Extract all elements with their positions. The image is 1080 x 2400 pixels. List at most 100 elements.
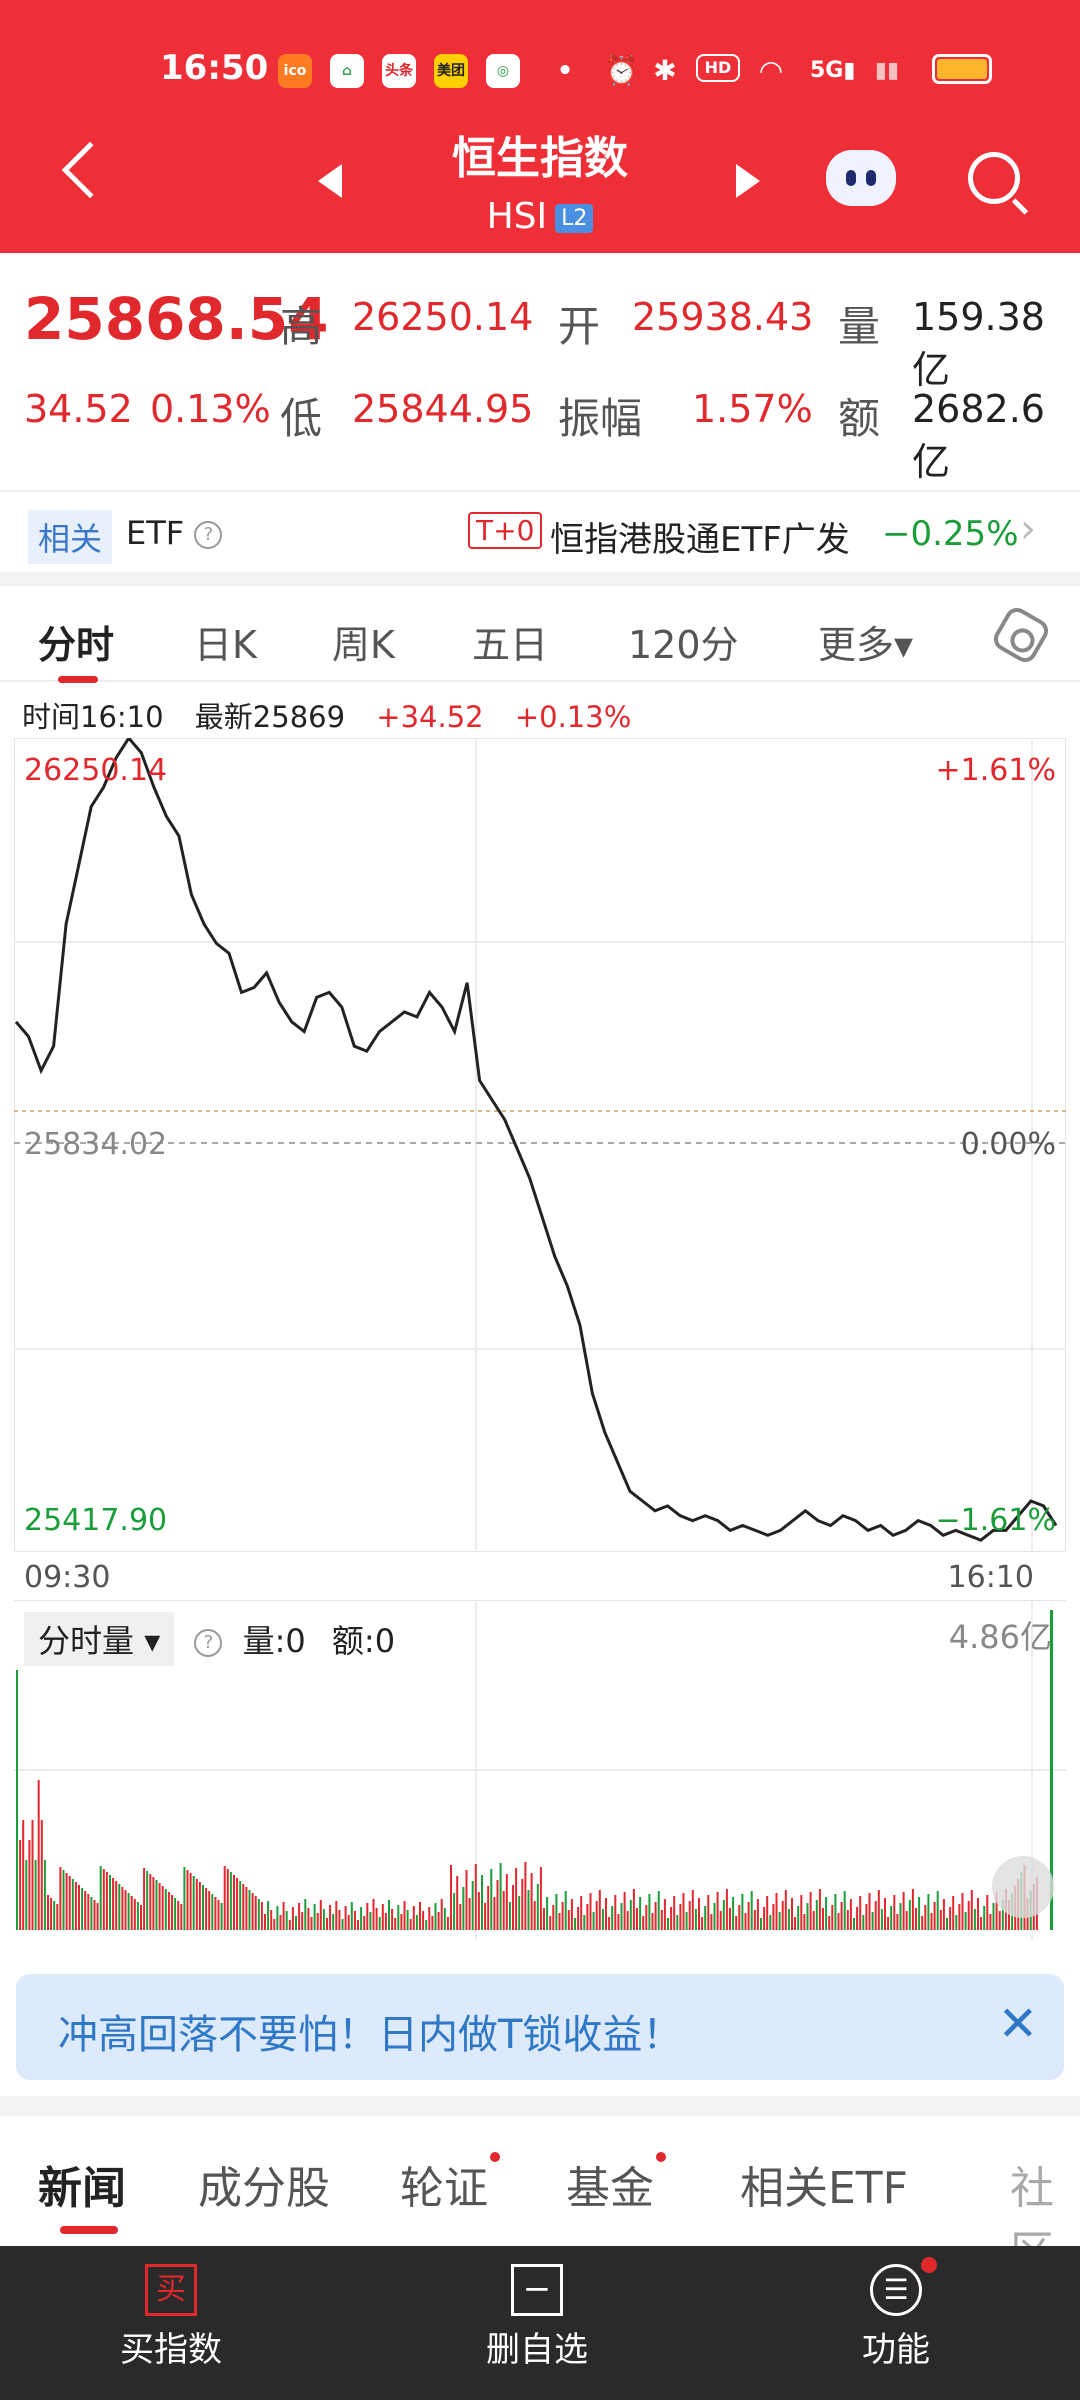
volume-bar — [425, 1920, 428, 1930]
volume-bar — [756, 1899, 759, 1930]
volume-bar — [50, 1898, 53, 1930]
settings-icon[interactable] — [989, 603, 1053, 667]
volume-bar — [766, 1896, 769, 1930]
volume-bar — [636, 1908, 638, 1930]
expand-chart-icon[interactable] — [992, 1856, 1054, 1918]
buy-icon: 买 — [145, 2264, 197, 2316]
volume-bar — [552, 1905, 555, 1930]
related-etf-bar[interactable]: 相关 ETF ? T+0 恒指港股通ETF广发 −0.25% › — [0, 490, 1080, 570]
volume-bar — [270, 1910, 273, 1930]
volume-bar — [84, 1891, 87, 1930]
volume-bar — [248, 1890, 251, 1930]
volume-bar — [28, 1840, 31, 1930]
volume-bar — [428, 1907, 431, 1930]
volume-bar — [815, 1900, 818, 1930]
volume-bar — [446, 1917, 449, 1930]
volume-bar — [890, 1906, 893, 1930]
info-latest: 最新25869 — [194, 700, 346, 734]
volume-bar — [136, 1902, 139, 1930]
assistant-robot-icon[interactable] — [826, 150, 896, 206]
close-icon[interactable]: ✕ — [998, 1996, 1038, 2052]
volume-bar — [167, 1892, 170, 1930]
volume-help-icon[interactable]: ? — [194, 1629, 223, 1657]
quote-panel: 25868.54 高 26250.14 开 25938.43 量 159.38亿… — [0, 253, 1080, 484]
volume-bar — [31, 1820, 34, 1930]
remove-watchlist-button[interactable]: − 删自选 — [486, 2264, 588, 2371]
next-stock-icon[interactable] — [736, 164, 760, 198]
volume-bar — [958, 1904, 961, 1930]
volume-bar — [474, 1864, 477, 1930]
amount-label: 额 — [838, 394, 881, 443]
volume-amount: 额:0 — [331, 1622, 396, 1660]
menu-icon-glyph: ☰ — [883, 2273, 909, 2306]
buy-index-button[interactable]: 买 买指数 — [120, 2264, 222, 2371]
volume-bar — [502, 1891, 505, 1930]
menu-icon: ☰ — [870, 2257, 937, 2316]
volume-bar — [487, 1886, 490, 1930]
volume-bar — [676, 1915, 679, 1930]
volume-bar — [105, 1872, 108, 1930]
volume-bar — [285, 1911, 288, 1930]
tab-daily-k[interactable]: 日K — [194, 614, 257, 669]
volume-type-dropdown[interactable]: 分时量 ▾ — [24, 1612, 175, 1666]
tab-funds[interactable]: 基金 — [566, 2152, 666, 2216]
functions-button[interactable]: ☰ 功能 — [862, 2257, 937, 2371]
volume-bar — [822, 1908, 824, 1930]
tab-weekly-k[interactable]: 周K — [332, 614, 395, 669]
volume-bar — [121, 1887, 124, 1930]
tab-warrants[interactable]: 轮证 — [400, 2152, 500, 2216]
volume-bar — [698, 1898, 700, 1930]
volume-bar — [133, 1899, 136, 1930]
volume-bar — [415, 1915, 418, 1930]
remove-watchlist-label: 删自选 — [486, 2330, 588, 2370]
volume-bar — [856, 1907, 859, 1930]
help-icon[interactable]: ? — [194, 521, 223, 549]
volume-bar — [561, 1902, 564, 1930]
info-tabs: 新闻 成分股 轮证 基金 相关ETF 社区 — [0, 2120, 1080, 2278]
volume-bar — [905, 1911, 908, 1930]
volume-bar — [567, 1910, 570, 1930]
volume-bar — [936, 1891, 939, 1930]
volume-bar — [242, 1884, 245, 1930]
toutiao-icon: 头条 — [382, 54, 416, 88]
volume-bar — [908, 1900, 911, 1930]
volume-bar — [952, 1896, 955, 1930]
tab-related-etf[interactable]: 相关ETF — [740, 2152, 908, 2216]
volume-bar — [329, 1905, 332, 1930]
volume-bar — [453, 1893, 456, 1930]
volume-bar — [629, 1900, 632, 1930]
volume-bar — [220, 1903, 223, 1930]
volume-bar — [973, 1909, 976, 1930]
notification-dot — [921, 2257, 937, 2273]
etf-change: −0.25% — [882, 514, 1019, 554]
volume-bar — [592, 1912, 595, 1930]
tab-news[interactable]: 新闻 — [38, 2152, 126, 2216]
volume-bar — [623, 1892, 626, 1930]
volume-bar — [574, 1918, 576, 1930]
volume-bar — [543, 1908, 545, 1930]
tab-intraday[interactable]: 分时 — [38, 614, 114, 669]
volume-bar — [515, 1868, 518, 1930]
volume-bar — [440, 1899, 443, 1930]
volume-bar — [946, 1918, 948, 1930]
tab-constituents[interactable]: 成分股 — [198, 2152, 330, 2216]
divider — [0, 2096, 1080, 2116]
open-value: 25938.43 — [632, 295, 814, 339]
volume-bar — [818, 1889, 821, 1930]
open-label: 开 — [558, 302, 601, 351]
tab-five-day[interactable]: 五日 — [472, 614, 548, 669]
volume-bar — [47, 1895, 49, 1930]
volume-bar — [192, 1876, 195, 1930]
volume-bar — [747, 1902, 750, 1930]
volume-bar — [245, 1887, 248, 1930]
volume-bar — [741, 1894, 744, 1930]
tab-120min[interactable]: 120分 — [628, 614, 739, 669]
intraday-chart[interactable]: 26250.14 +1.61% 25834.02 0.00% 25417.90 … — [14, 738, 1066, 1552]
volume-bar — [930, 1913, 933, 1930]
volume-bar — [282, 1902, 285, 1930]
tab-more[interactable]: 更多▾ — [818, 614, 913, 669]
volume-bar — [205, 1888, 208, 1930]
promo-banner[interactable]: 冲高回落不要怕！日内做T锁收益！ ✕ — [16, 1974, 1064, 2080]
volume-bar — [257, 1899, 260, 1930]
search-icon[interactable] — [968, 152, 1020, 204]
